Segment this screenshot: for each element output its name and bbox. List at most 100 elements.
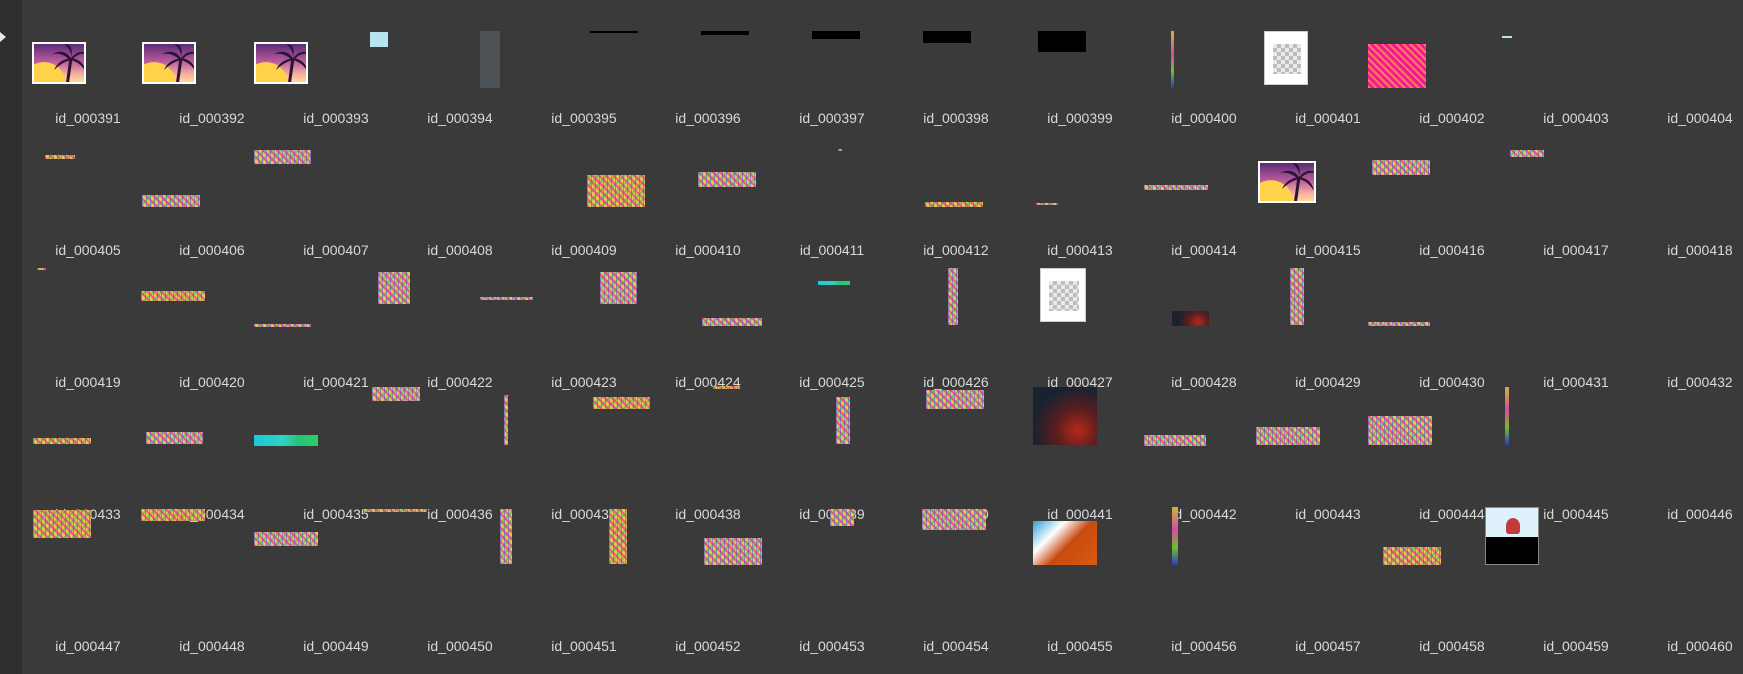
thumbnail-item[interactable]: id_000447 [26,510,150,668]
thumbnail-frame [1485,507,1743,636]
thumbnail-image [830,509,854,526]
thumbnail-frame [1368,272,1638,372]
thumbnail-item[interactable]: id_000451 [500,509,646,668]
thumbnail-item[interactable]: id_000395 [480,8,646,140]
person-figure [1506,518,1520,534]
thumbnail-item[interactable]: id_000424 [600,272,770,404]
thumbnail-item[interactable]: id_000428 [1040,268,1266,404]
thumbnail-image [838,149,842,151]
thumbnail-item[interactable]: id_000413 [925,140,1142,272]
thumbnail-item[interactable]: id_000393 [254,8,398,140]
thumbnail-item[interactable]: id_000456 [1033,521,1266,668]
thumbnail-item[interactable]: id_000400 [1038,8,1266,140]
thumbnail-label: id_000442 [1171,506,1237,522]
thumbnail-label: id_000426 [923,374,989,390]
thumbnail-label: id_000392 [179,110,245,126]
thumbnail-image [704,538,762,565]
thumbnail-image [1290,268,1304,325]
thumbnail-item[interactable]: id_000391 [26,8,150,140]
thumbnail-item[interactable]: id_000446 [1505,387,1743,536]
thumbnail-frame [370,8,522,108]
thumbnail-item[interactable]: id_000414 [1036,140,1266,272]
thumbnail-label: id_000457 [1295,638,1361,654]
thumbnail-item[interactable]: id_000448 [141,509,274,668]
thumbnail-image [372,387,420,401]
thumbnail-item[interactable]: id_000404 [1502,8,1743,140]
thumbnail-frame [698,140,894,240]
thumbnail-label: id_000452 [675,638,741,654]
transparency-pattern [1047,279,1081,313]
thumbnail-image [1036,203,1058,205]
thumbnail-label: id_000448 [179,638,245,654]
thumbnail-frame [587,140,770,240]
thumbnail-label: id_000424 [675,374,741,390]
thumbnail-frame [1258,140,1514,240]
thumbnail-item[interactable]: id_000460 [1485,507,1743,668]
thumbnail-item[interactable]: id_000449 [254,532,398,668]
thumbnail-label: id_000409 [551,242,617,258]
thumbnail-item[interactable]: id_000407 [254,140,398,272]
thumbnail-item[interactable]: id_000430 [1290,268,1514,404]
thumbnail-label: id_000396 [675,110,741,126]
thumbnail-image [480,31,500,88]
thumbnail-item[interactable]: id_000405 [26,140,150,272]
thumbnail-item[interactable]: id_000419 [26,268,150,404]
thumbnail-item[interactable]: id_000397 [701,8,894,140]
thumbnail-item[interactable]: id_000411 [698,140,894,272]
thumbnail-image [926,390,984,409]
thumbnail-frame [812,8,1018,108]
transparency-checker-icon [1264,31,1308,85]
thumbnail-frame [254,532,398,636]
thumbnail-item[interactable]: id_000398 [812,8,1018,140]
thumbnail-item[interactable]: id_000394 [370,8,522,140]
thumbnail-image [1383,547,1441,565]
thumbnail-label: id_000410 [675,242,741,258]
thumbnail-item[interactable]: id_000410 [587,140,770,272]
thumbnail-item[interactable]: id_000417 [1372,140,1638,272]
thumbnail-item[interactable]: id_000454 [830,509,1018,668]
thumbnail-item[interactable]: id_000457 [1172,507,1390,668]
thumbnail-item[interactable]: id_000453 [704,536,894,668]
thumbnail-item[interactable]: id_000438 [593,397,770,536]
thumbnail-item[interactable]: id_000420 [141,272,274,404]
thumbnail-item[interactable]: id_000399 [923,8,1142,140]
thumbnail-item[interactable]: id_000403 [1368,8,1638,140]
thumbnail-image [254,435,318,446]
thumbnail-label: id_000413 [1047,242,1113,258]
thumbnail-label: id_000453 [799,638,865,654]
thumbnail-label: id_000404 [1667,110,1733,126]
thumbnail-image [370,32,388,47]
transparency-checker-icon [1040,268,1086,322]
thumbnail-item[interactable]: id_000408 [398,140,522,272]
thumbnail-image [1510,150,1544,157]
thumbnail-frame [1502,8,1743,108]
thumbnail-item[interactable]: id_000435 [254,404,398,536]
thumbnail-frame [141,509,274,636]
thumbnail-image [1144,185,1208,190]
thumbnail-label: id_000446 [1667,506,1733,522]
thumbnail-frame [713,386,894,504]
thumbnail-item[interactable]: id_000422 [378,272,522,404]
thumbnail-label: id_000432 [1667,374,1733,390]
thumbnail-frame [1638,272,1743,372]
thumbnail-image [925,202,983,207]
thumbnail-item[interactable]: id_000418 [1510,140,1743,272]
thumbnail-label: id_000406 [179,242,245,258]
thumbnail-frame [500,509,646,636]
transparency-pattern [1271,42,1303,76]
thumbnail-image [713,386,740,389]
thumbnail-item[interactable]: id_000431 [1368,272,1638,404]
thumbnail-item[interactable]: id_000432 [1638,272,1743,404]
thumbnail-item[interactable]: id_000396 [590,8,770,140]
thumbnail-label: id_000437 [551,506,617,522]
thumbnail-label: id_000418 [1667,242,1733,258]
thumbnail-item[interactable]: id_000437 [504,395,646,536]
thumbnail-frame [836,397,1018,504]
thumbnail-image [254,150,311,164]
thumbnail-image [948,268,958,325]
thumbnail-image [1144,435,1206,446]
thumbnail-item[interactable]: id_000425 [702,272,894,404]
collapse-arrow-icon[interactable] [0,32,6,42]
thumbnail-item[interactable]: id_000429 [1172,272,1390,404]
thumbnail-item[interactable]: id_000442 [1033,387,1266,536]
